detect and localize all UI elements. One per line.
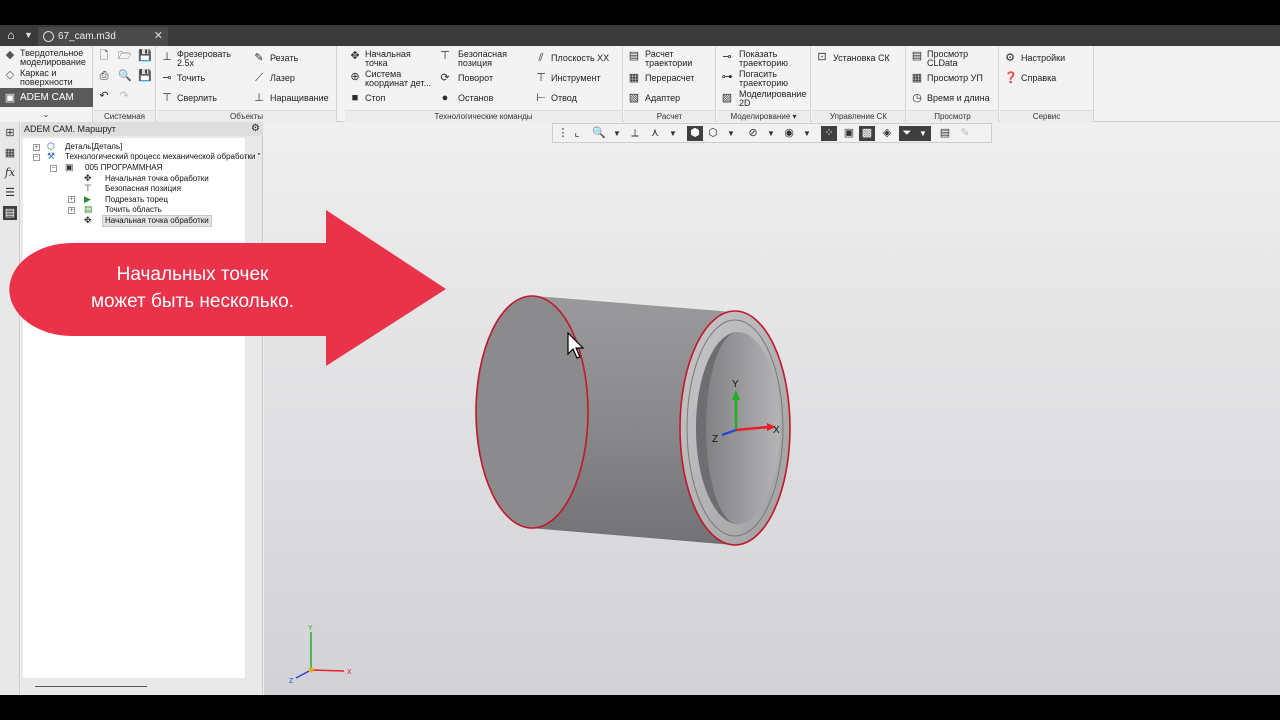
callout-overlay: [9, 210, 447, 366]
video-frame: ⌂ ▼ 67_cam.m3d ✕ ◆ Твердотельное моделир…: [0, 0, 1280, 720]
callout-line-2: может быть несколько.: [90, 291, 295, 312]
callout-text: Начальных точек может быть несколько.: [30, 261, 355, 315]
callout-line-1: Начальных точек: [116, 264, 269, 285]
mouse-cursor: [567, 332, 585, 359]
